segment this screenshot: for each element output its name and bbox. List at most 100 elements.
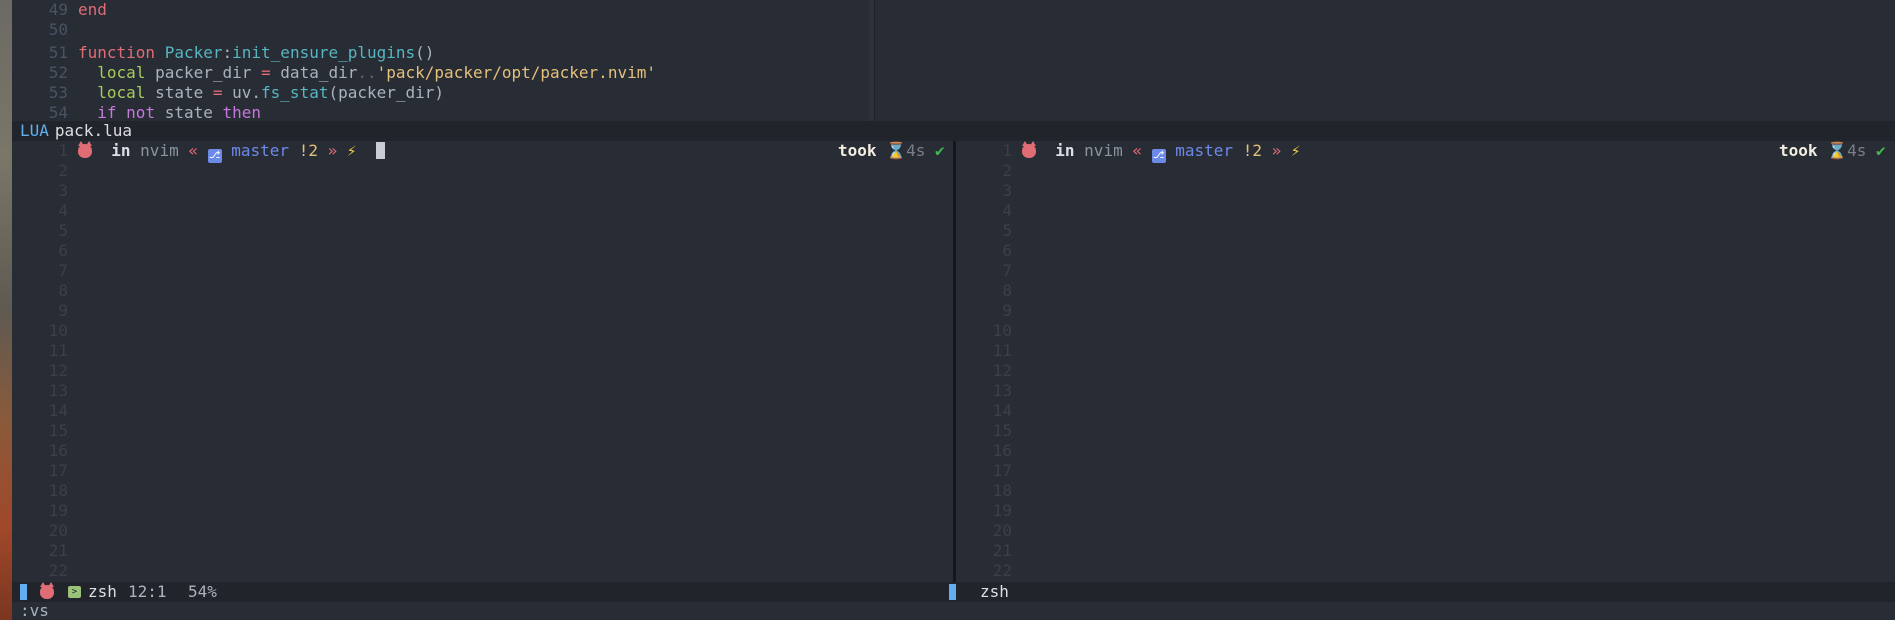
terminal-line: 18	[956, 481, 1895, 501]
line-number: 17	[992, 461, 1012, 480]
buffer-name: zsh	[88, 582, 117, 601]
terminal-line: 12	[956, 361, 1895, 381]
terminal-pane-left[interactable]: 1 2 3 4 5 6 7 8 9 10 11 12 13 14 15 16 17 18 19 20 21 22 in n…	[12, 141, 953, 582]
code-line[interactable]: 53 local state = uv.fs_stat(packer_dir)	[12, 83, 444, 103]
line-number: 9	[1002, 301, 1012, 320]
terminal-line: 16	[956, 441, 1895, 461]
terminal-icon: >	[68, 586, 81, 598]
line-number: 1	[1002, 141, 1012, 160]
hourglass-icon: ⌛	[886, 141, 907, 160]
line-number: 3	[1002, 181, 1012, 200]
terminal-line: 7	[956, 261, 1895, 281]
line-number: 12	[992, 361, 1012, 380]
code-line[interactable]: 50	[12, 20, 78, 40]
terminal-line: 21	[12, 541, 953, 561]
code-token: packer_dir	[155, 63, 262, 82]
code-pane[interactable]: 49 end 50 51 function Packer:init_ensure_plu…	[12, 0, 869, 121]
line-number: 7	[1002, 261, 1012, 280]
right-prompt: took ⌛4s ✔	[838, 141, 945, 161]
terminal-line: 10	[12, 321, 953, 341]
shell-prompt: in nvim « ⎇ master !2 » ⚡	[1022, 141, 1301, 163]
devil-icon	[40, 582, 54, 599]
devil-icon	[1022, 141, 1036, 158]
code-token: data_dir	[280, 63, 358, 82]
terminal-line: 10	[956, 321, 1895, 341]
line-number: 6	[58, 241, 68, 260]
code-token: end	[78, 0, 107, 19]
terminal-line: 15	[12, 421, 953, 441]
line-number: 14	[48, 401, 68, 420]
line-number: 8	[58, 281, 68, 300]
shell-prompt: in nvim « ⎇ master !2 » ⚡	[78, 141, 385, 163]
check-icon: ✔	[935, 141, 945, 160]
git-status: !2	[298, 141, 318, 160]
terminal-line: 19	[956, 501, 1895, 521]
line-number: 19	[48, 501, 68, 520]
line-number: 16	[48, 441, 68, 460]
terminal-pane-right[interactable]: 1 2 3 4 5 6 7 8 9 10 11 12 13 14 15 16 17 18 19 20 21 22 in n…	[956, 141, 1895, 582]
line-number: 54	[48, 103, 68, 121]
terminal-line: 22	[12, 561, 953, 581]
filename-label: pack.lua	[54, 121, 132, 140]
filetype-label: LUA	[20, 121, 49, 140]
line-number: 20	[992, 521, 1012, 540]
line-number: 18	[48, 481, 68, 500]
line-number: 6	[1002, 241, 1012, 260]
git-icon: ⎇	[1151, 149, 1166, 163]
code-line[interactable]: 51 function Packer:init_ensure_plugins()	[12, 43, 435, 63]
file-statusline: LUA pack.lua	[12, 121, 1895, 141]
terminal-line: 2	[956, 161, 1895, 181]
terminal-line: 11	[956, 341, 1895, 361]
code-token: :	[222, 43, 233, 62]
terminal-line: 14	[12, 401, 953, 421]
terminal-line: 16	[12, 441, 953, 461]
line-number: 10	[992, 321, 1012, 340]
terminal-line: 17	[956, 461, 1895, 481]
code-line[interactable]: 54 if not state then	[12, 103, 261, 121]
line-number: 13	[992, 381, 1012, 400]
terminal-line: 17	[12, 461, 953, 481]
cursor-position: 12:1	[128, 582, 167, 601]
terminal-line: 14	[956, 401, 1895, 421]
statusline-left: > zsh 12:1 54%	[12, 582, 953, 602]
code-line[interactable]: 52 local packer_dir = data_dir..'pack/pa…	[12, 63, 656, 83]
neovim-window: 49 end 50 51 function Packer:init_ensure_plu…	[12, 0, 1895, 620]
terminal-cursor	[375, 142, 385, 159]
code-token: (packer_dir)	[328, 83, 445, 102]
duration-value: 4s	[1847, 141, 1867, 160]
command-line[interactable]: :vs	[12, 602, 1895, 620]
right-prompt: took ⌛4s ✔	[1779, 141, 1886, 161]
line-number: 16	[992, 441, 1012, 460]
code-token: local	[78, 63, 156, 82]
code-token: ()	[415, 43, 435, 62]
git-branch: master	[231, 141, 290, 160]
terminal-line: 13	[956, 381, 1895, 401]
git-status: !2	[1242, 141, 1262, 160]
scroll-percent: 54%	[188, 582, 217, 601]
line-number: 10	[48, 321, 68, 340]
terminal-line: 19	[12, 501, 953, 521]
terminal-line: 9	[12, 301, 953, 321]
code-token: if	[78, 103, 127, 121]
code-token: =	[261, 63, 281, 82]
prompt-guillemet-close: »	[327, 141, 338, 160]
line-number: 20	[48, 521, 68, 540]
duration-value: 4s	[906, 141, 926, 160]
code-token: ..	[357, 63, 377, 82]
top-editor-split: 49 end 50 51 function Packer:init_ensure_plu…	[12, 0, 1895, 121]
terminal-line: 4	[956, 201, 1895, 221]
mode-indicator	[20, 584, 27, 600]
line-number: 49	[48, 0, 68, 19]
empty-pane[interactable]	[874, 0, 1895, 121]
line-number: 22	[992, 561, 1012, 580]
line-number: 8	[1002, 281, 1012, 300]
line-number: 18	[992, 481, 1012, 500]
line-number: 12	[48, 361, 68, 380]
line-number: 21	[48, 541, 68, 560]
code-line[interactable]: 49 end	[12, 0, 107, 20]
terminal-line: 15	[956, 421, 1895, 441]
line-number: 53	[48, 83, 68, 102]
buffer-name: zsh	[980, 582, 1009, 601]
line-number: 52	[48, 63, 68, 82]
prompt-guillemet-close: »	[1271, 141, 1282, 160]
